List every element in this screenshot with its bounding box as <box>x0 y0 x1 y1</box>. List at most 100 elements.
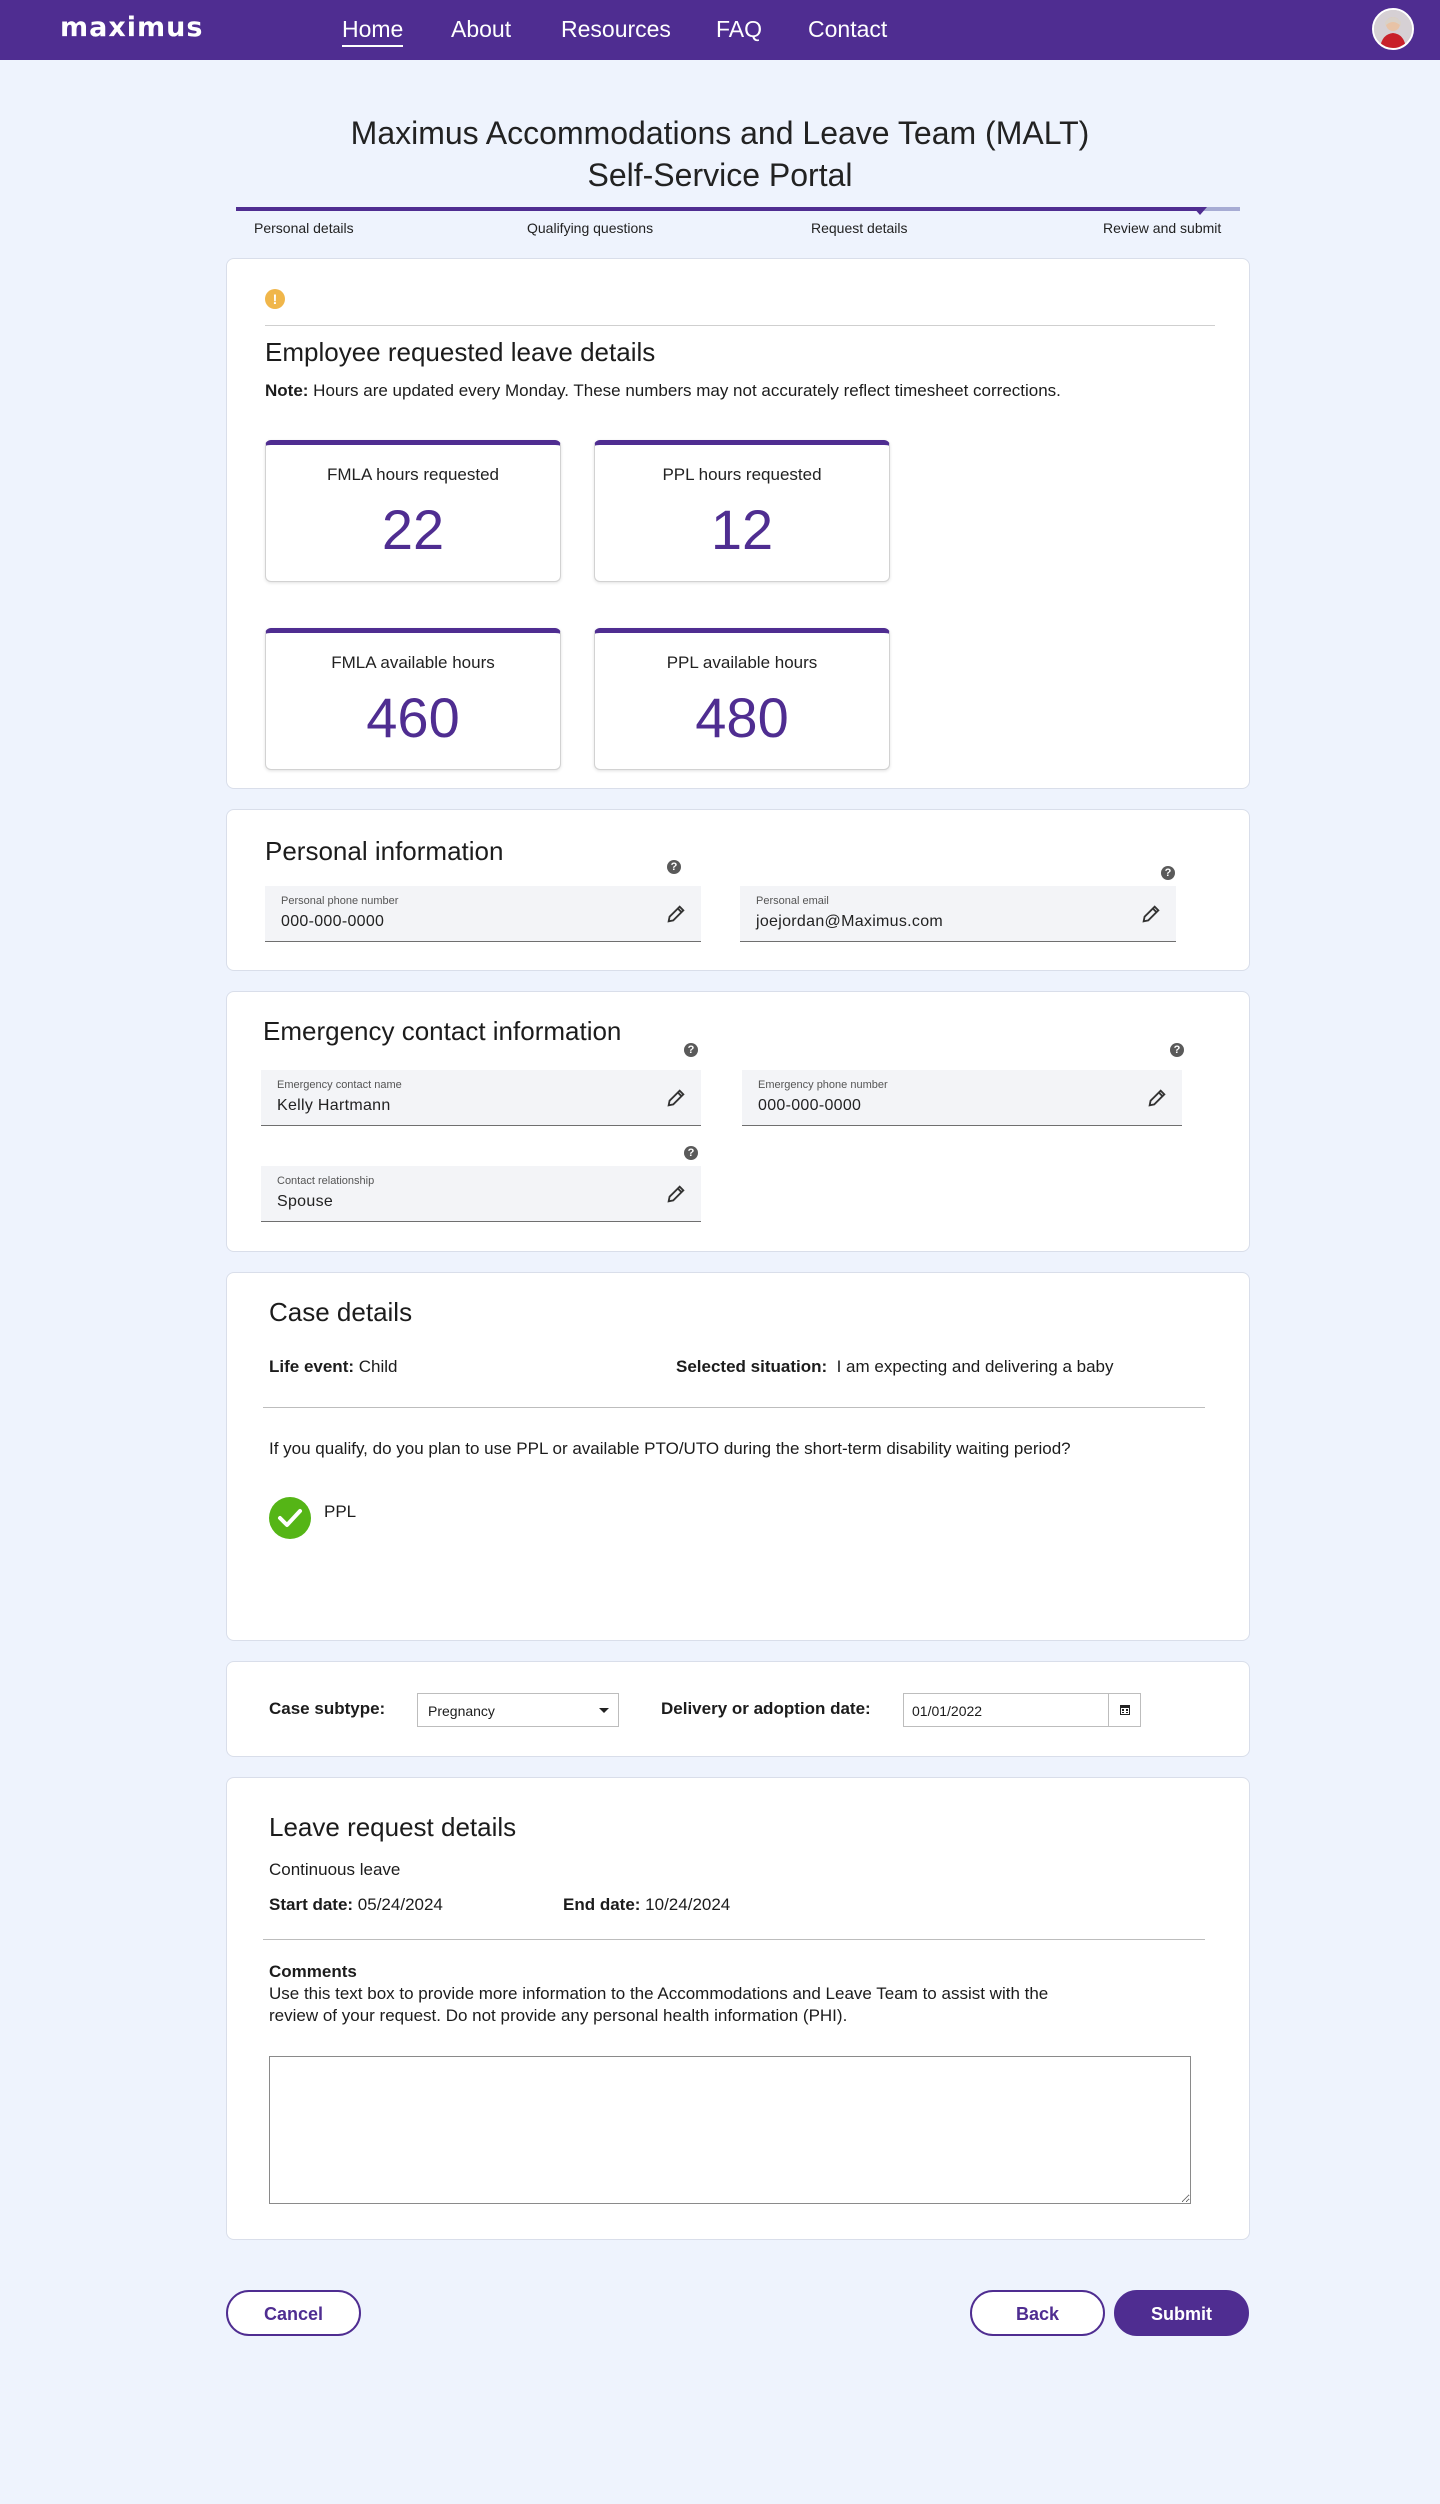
comments-help-line2: review of your request. Do not provide a… <box>269 2006 848 2025</box>
field-value: joejordan@Maximus.com <box>756 913 944 930</box>
step-request-details[interactable]: Request details <box>811 220 908 236</box>
leave-type: Continuous leave <box>269 1860 401 1879</box>
comments-help-line1: Use this text box to provide more inform… <box>269 1984 1049 2003</box>
situation-label: Selected situation: <box>676 1357 828 1376</box>
leave-request-card: Leave request details Continuous leave S… <box>226 1777 1250 2240</box>
help-icon[interactable]: ? <box>1161 866 1175 880</box>
selected-answer: PPL <box>324 1502 357 1521</box>
chevron-down-icon <box>599 1708 609 1713</box>
ppl-available-hours-card: PPL available hours 480 <box>594 628 890 770</box>
personal-email-field[interactable]: Personal email joejordan@Maximus.com <box>740 886 1176 942</box>
field-label: Personal phone number <box>281 895 399 907</box>
end-date-value: 10/24/2024 <box>640 1895 731 1914</box>
contact-relationship-field[interactable]: Contact relationship Spouse <box>261 1166 701 1222</box>
stat-value: 460 <box>366 686 460 749</box>
cancel-button[interactable]: Cancel <box>226 2290 361 2336</box>
emergency-phone-field[interactable]: Emergency phone number 000-000-0000 <box>742 1070 1182 1126</box>
stat-value: 22 <box>381 498 445 561</box>
note-text: Hours are updated every Monday. These nu… <box>308 381 1061 400</box>
stat-label: PPL available hours <box>666 653 818 672</box>
edit-pencil-icon[interactable] <box>665 903 687 925</box>
calendar-button[interactable] <box>1108 1694 1140 1726</box>
back-button[interactable]: Back <box>970 2290 1105 2336</box>
maximus-logo[interactable]: maximus <box>60 12 203 43</box>
personal-phone-field[interactable]: Personal phone number 000-000-0000 <box>265 886 701 942</box>
personal-info-title: Personal information <box>265 836 504 866</box>
leave-request-title: Leave request details <box>269 1812 517 1842</box>
stat-value: 12 <box>710 498 774 561</box>
hours-note: Note: Hours are updated every Monday. Th… <box>265 381 1061 401</box>
stepper-current-marker <box>1193 207 1207 215</box>
comments-textarea[interactable] <box>269 2056 1191 2204</box>
divider <box>265 325 1215 326</box>
start-date-value: 05/24/2024 <box>353 1895 443 1914</box>
emergency-contact-name-field[interactable]: Emergency contact name Kelly Hartmann <box>261 1070 701 1126</box>
field-label: Emergency contact name <box>277 1079 402 1091</box>
step-personal-details[interactable]: Personal details <box>254 220 354 236</box>
situation-value: I am expecting and delivering a baby <box>836 1357 1114 1376</box>
delivery-date-label: Delivery or adoption date: <box>661 1699 871 1718</box>
edit-pencil-icon[interactable] <box>1140 903 1162 925</box>
delivery-date-input[interactable]: 01/01/2022 <box>903 1693 1141 1727</box>
warning-icon: ! <box>265 289 285 309</box>
stat-label: FMLA available hours <box>331 653 495 672</box>
user-avatar[interactable] <box>1372 8 1414 50</box>
life-event-label: Life event: <box>269 1357 355 1376</box>
emergency-contact-title: Emergency contact information <box>263 1016 622 1046</box>
stat-value: 480 <box>695 686 789 749</box>
field-value: Spouse <box>277 1193 334 1210</box>
top-nav-bar: maximus Home About Resources FAQ Contact <box>0 0 1440 60</box>
nav-resources-link[interactable]: Resources <box>561 16 671 43</box>
nav-faq-link[interactable]: FAQ <box>716 16 762 43</box>
page-title: Maximus Accommodations and Leave Team (M… <box>0 112 1440 196</box>
emergency-contact-card: Emergency contact information ? ? Emerge… <box>226 991 1250 1252</box>
help-icon[interactable]: ? <box>1170 1043 1184 1057</box>
field-value: 000-000-0000 <box>758 1097 862 1114</box>
fmla-available-hours-card: FMLA available hours 460 <box>265 628 561 770</box>
leave-details-card: ! Employee requested leave details Note:… <box>226 258 1250 789</box>
case-details-card: Case details Life event: Child Selected … <box>226 1272 1250 1641</box>
step-review-and-submit[interactable]: Review and submit <box>1103 220 1221 236</box>
waiting-period-question: If you qualify, do you plan to use PPL o… <box>269 1439 1071 1458</box>
start-date-label: Start date: <box>269 1895 354 1914</box>
nav-about-link[interactable]: About <box>451 16 511 43</box>
ppl-hours-requested-card: PPL hours requested 12 <box>594 440 890 582</box>
edit-pencil-icon[interactable] <box>665 1087 687 1109</box>
field-label: Personal email <box>756 895 829 907</box>
case-subtype-card: Case subtype: Pregnancy Delivery or adop… <box>226 1661 1250 1757</box>
case-subtype-select[interactable]: Pregnancy <box>417 1693 619 1727</box>
page-title-line1: Maximus Accommodations and Leave Team (M… <box>350 115 1090 151</box>
stat-label: FMLA hours requested <box>327 465 499 484</box>
page-title-line2: Self-Service Portal <box>587 157 853 193</box>
comments-label: Comments <box>269 1962 357 1981</box>
divider <box>263 1407 1205 1408</box>
end-date: End date: 10/24/2024 <box>563 1895 730 1915</box>
edit-pencil-icon[interactable] <box>665 1183 687 1205</box>
edit-pencil-icon[interactable] <box>1146 1087 1168 1109</box>
field-label: Contact relationship <box>277 1175 375 1187</box>
field-value: 000-000-0000 <box>281 913 385 930</box>
case-details-title: Case details <box>269 1297 413 1327</box>
field-value: Kelly Hartmann <box>277 1097 391 1114</box>
fmla-hours-requested-card: FMLA hours requested 22 <box>265 440 561 582</box>
nav-home-link[interactable]: Home <box>342 16 404 47</box>
nav-contact-link[interactable]: Contact <box>808 16 887 43</box>
start-date: Start date: 05/24/2024 <box>269 1895 443 1915</box>
life-event-value: Child <box>354 1357 398 1376</box>
delivery-date-value: 01/01/2022 <box>912 1703 983 1719</box>
submit-button[interactable]: Submit <box>1114 2290 1249 2336</box>
end-date-label: End date: <box>563 1895 641 1914</box>
field-label: Emergency phone number <box>758 1079 888 1091</box>
leave-details-title: Employee requested leave details <box>265 337 656 367</box>
help-icon[interactable]: ? <box>667 860 681 874</box>
stepper-progress <box>236 207 1200 211</box>
selected-situation: Selected situation: I am expecting and d… <box>676 1357 1114 1377</box>
step-qualifying-questions[interactable]: Qualifying questions <box>527 220 653 236</box>
personal-information-card: Personal information ? ? Personal phone … <box>226 809 1250 971</box>
help-icon[interactable]: ? <box>684 1146 698 1160</box>
case-subtype-value: Pregnancy <box>428 1703 495 1719</box>
calendar-icon <box>1120 1705 1130 1715</box>
check-circle-icon <box>269 1497 311 1539</box>
help-icon[interactable]: ? <box>684 1043 698 1057</box>
stat-label: PPL hours requested <box>662 465 822 484</box>
